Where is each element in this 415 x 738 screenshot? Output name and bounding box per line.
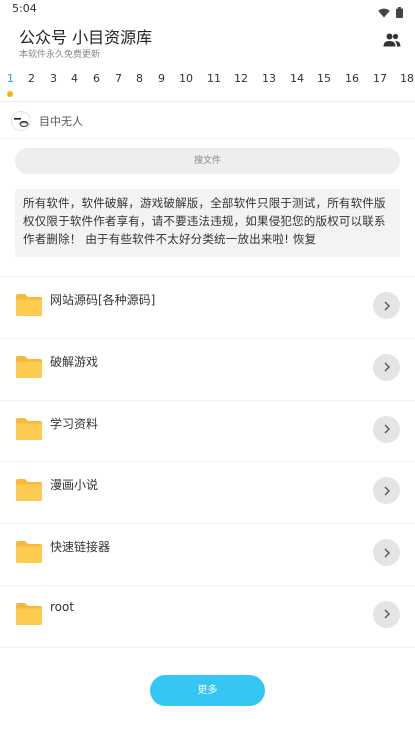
page-tab-2[interactable]: 2 xyxy=(28,72,35,85)
search-input[interactable]: 搜文件 xyxy=(15,148,400,174)
page-tab-1[interactable]: 1 xyxy=(7,72,14,85)
folder-item[interactable]: root xyxy=(0,586,415,648)
users-icon xyxy=(383,32,401,51)
active-tab-indicator xyxy=(7,91,13,97)
status-time: 5:04 xyxy=(12,2,37,15)
page-tab-14[interactable]: 14 xyxy=(290,72,304,85)
folder-label: 网站源码[各种源码] xyxy=(50,293,156,307)
folder-item[interactable]: 网站源码[各种源码] xyxy=(0,277,415,339)
folder-icon xyxy=(15,478,43,502)
tabs-divider xyxy=(0,101,415,102)
folder-icon xyxy=(15,293,43,317)
folder-item[interactable]: 学习资料 xyxy=(0,401,415,463)
app-header: 公众号 小目资源库 本软件永久免费更新 xyxy=(0,18,415,66)
chevron-right-icon[interactable] xyxy=(373,353,400,381)
folder-label: 学习资料 xyxy=(50,416,99,431)
folder-list: 网站源码[各种源码] 破解游戏 学习资料 漫画小说 快速链接器 root xyxy=(0,277,415,648)
status-bar: 5:04 xyxy=(0,0,415,18)
page-tab-9[interactable]: 9 xyxy=(158,72,165,85)
folder-label: 快速链接器 xyxy=(50,540,111,555)
folder-label: 漫画小说 xyxy=(50,478,99,493)
page-tab-8[interactable]: 8 xyxy=(136,72,143,85)
folder-icon xyxy=(15,417,43,441)
page-tab-12[interactable]: 12 xyxy=(234,72,248,85)
page-tab-11[interactable]: 11 xyxy=(207,72,221,85)
folder-item[interactable]: 快速链接器 xyxy=(0,524,415,586)
chevron-right-icon[interactable] xyxy=(373,477,400,505)
folder-label: 破解游戏 xyxy=(50,354,99,369)
page-tabs: 1 2 3 4 6 7 8 9 10 11 12 13 14 15 16 17 … xyxy=(0,70,415,100)
chevron-right-icon[interactable] xyxy=(373,539,400,567)
user-row[interactable]: 目中无人 xyxy=(0,104,415,136)
folder-icon xyxy=(15,602,43,626)
chevron-right-icon[interactable] xyxy=(373,292,400,319)
user-divider xyxy=(0,138,415,139)
page-tab-10[interactable]: 10 xyxy=(179,72,193,85)
more-button[interactable]: 更多 xyxy=(150,675,265,706)
page-tab-17[interactable]: 17 xyxy=(373,72,387,85)
chevron-right-icon[interactable] xyxy=(373,600,400,628)
page-tab-6[interactable]: 6 xyxy=(93,72,100,85)
folder-item[interactable]: 漫画小说 xyxy=(0,462,415,525)
users-button[interactable] xyxy=(383,32,403,48)
folder-item[interactable]: 破解游戏 xyxy=(0,339,415,401)
chevron-right-icon[interactable] xyxy=(373,415,400,443)
folder-label: root xyxy=(50,599,75,614)
page-tab-3[interactable]: 3 xyxy=(50,72,57,85)
user-name: 目中无人 xyxy=(39,115,83,128)
app-title: 公众号 小目资源库 xyxy=(19,28,153,47)
page-tab-4[interactable]: 4 xyxy=(71,72,78,85)
page-tab-18[interactable]: 18 xyxy=(400,72,414,85)
notice-text: 所有软件，软件破解，游戏破解版，全部软件只限于测试，所有软件版权仅限于软件作者享… xyxy=(15,189,400,257)
page-tab-13[interactable]: 13 xyxy=(262,72,276,85)
folder-icon xyxy=(15,540,43,564)
page-tab-15[interactable]: 15 xyxy=(317,72,331,85)
app-subtitle: 本软件永久免费更新 xyxy=(19,50,101,60)
folder-icon xyxy=(15,355,43,379)
page-tab-16[interactable]: 16 xyxy=(345,72,359,85)
avatar xyxy=(11,111,31,131)
page-tab-7[interactable]: 7 xyxy=(115,72,122,85)
